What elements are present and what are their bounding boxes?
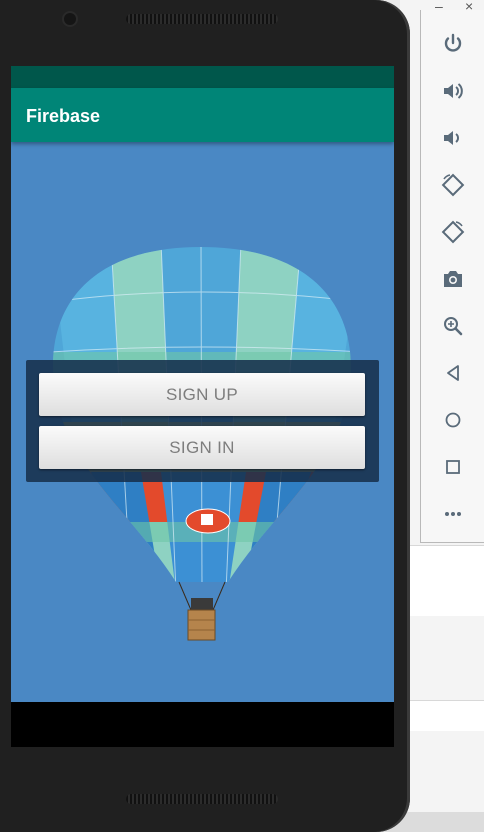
volume-down-icon <box>444 131 459 145</box>
home-icon <box>445 412 461 428</box>
sign-in-button[interactable]: SIGN IN <box>39 426 365 469</box>
sign-up-button[interactable]: SIGN UP <box>39 373 365 416</box>
emulator-side-toolbar: – × <box>420 0 484 543</box>
emulator-device-frame: Firebase SIGN UP SIGN IN <box>0 0 410 832</box>
front-camera <box>64 13 76 25</box>
device-screen: Firebase SIGN UP SIGN IN <box>11 66 394 747</box>
zoom-icon <box>444 317 463 336</box>
volume-up-icon <box>444 83 463 99</box>
more-button[interactable] <box>435 498 471 530</box>
overview-icon <box>446 460 460 474</box>
screenshot-button[interactable] <box>435 263 471 295</box>
more-icon <box>445 512 461 516</box>
zoom-button[interactable] <box>435 310 471 342</box>
app-toolbar: Firebase <box>11 88 394 142</box>
power-button[interactable] <box>435 28 471 60</box>
rotate-right-icon <box>441 220 465 244</box>
status-bar <box>11 66 394 88</box>
host-panel-strip <box>404 545 484 616</box>
camera-icon <box>444 271 462 287</box>
bottom-speaker-grille <box>126 794 278 804</box>
top-speaker-grille <box>126 14 278 24</box>
home-button[interactable] <box>435 404 471 436</box>
rotate-right-button[interactable] <box>435 216 471 248</box>
volume-up-button[interactable] <box>435 75 471 107</box>
rotate-left-button[interactable] <box>435 169 471 201</box>
back-icon <box>447 365 459 381</box>
app-title: Firebase <box>26 106 101 126</box>
minimize-window-button[interactable]: – <box>435 0 443 14</box>
auth-button-panel: SIGN UP SIGN IN <box>26 360 379 482</box>
navigation-bar-area <box>11 702 394 747</box>
volume-down-button[interactable] <box>435 122 471 154</box>
overview-button[interactable] <box>435 451 471 483</box>
power-icon <box>444 33 462 52</box>
host-panel-strip <box>404 700 484 731</box>
close-window-button[interactable]: × <box>465 0 473 14</box>
rotate-left-icon <box>441 173 465 197</box>
back-button[interactable] <box>435 357 471 389</box>
main-content: SIGN UP SIGN IN <box>11 142 394 702</box>
